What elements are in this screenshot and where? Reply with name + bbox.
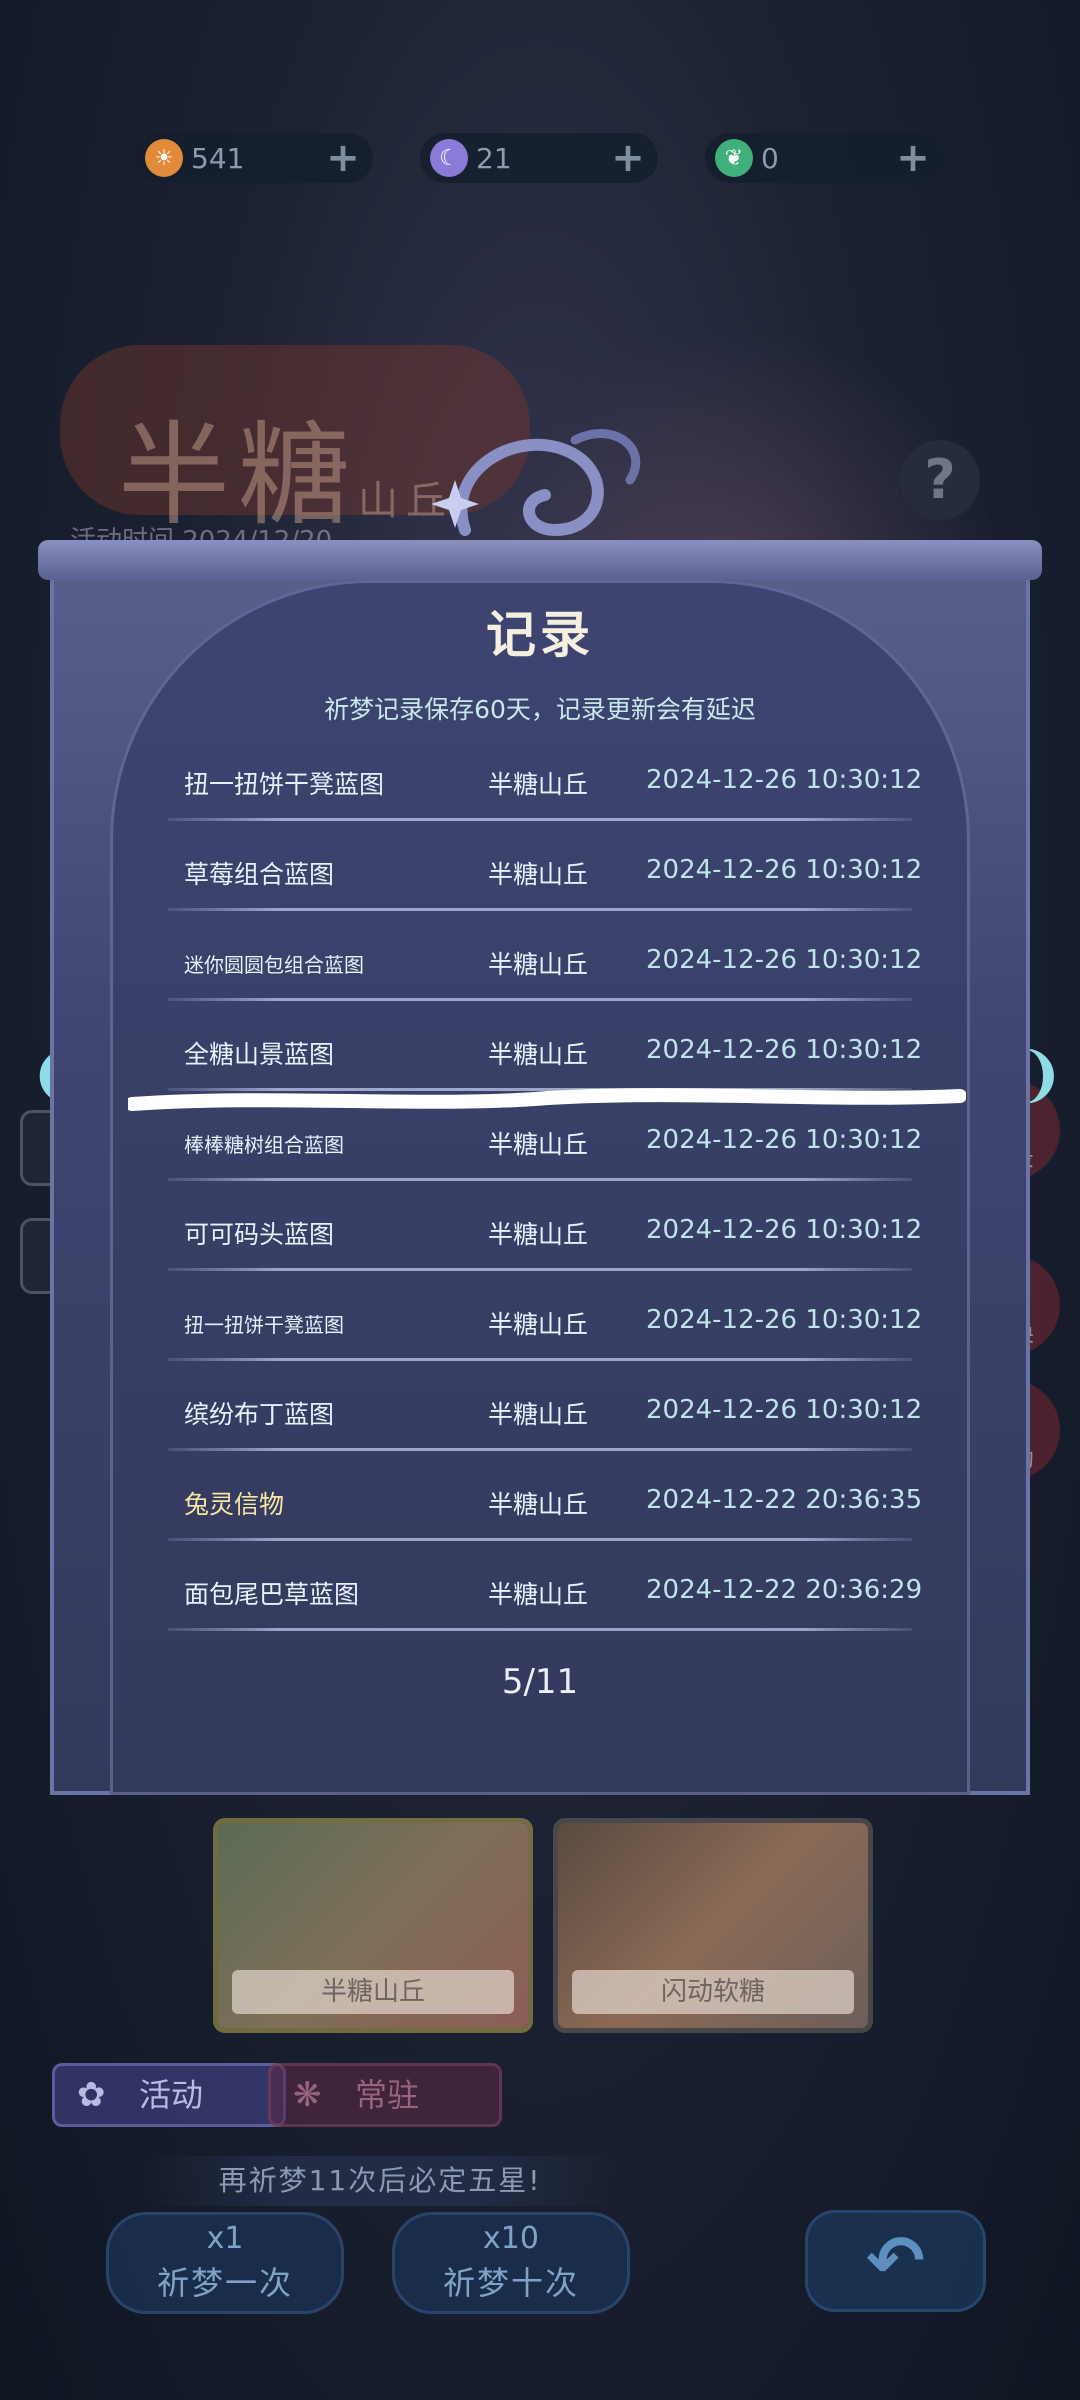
row-divider bbox=[168, 1448, 912, 1451]
row-divider bbox=[168, 1178, 912, 1181]
record-pool: 半糖山丘 bbox=[488, 770, 589, 799]
record-row: 缤纷布丁蓝图 半糖山丘 2024-12-26 10:30:12 bbox=[168, 1365, 922, 1455]
moon-ornament-icon bbox=[431, 429, 641, 537]
back-icon[interactable]: ↶ bbox=[805, 2210, 986, 2312]
pray-once-cost: x1 bbox=[206, 2221, 244, 2256]
banner-candy-hill[interactable]: 半糖山丘 bbox=[213, 1818, 533, 2033]
record-row: 面包尾巴草蓝图 半糖山丘 2024-12-22 20:36:29 bbox=[168, 1545, 922, 1635]
currency-moon-value: 21 bbox=[476, 141, 512, 175]
tab-event[interactable]: ✿ 活动 bbox=[52, 2063, 286, 2127]
row-divider bbox=[168, 908, 912, 911]
record-row: 兔灵信物 半糖山丘 2024-12-22 20:36:35 bbox=[168, 1455, 922, 1545]
record-item-name: 全糖山景蓝图 bbox=[184, 1040, 335, 1069]
record-item-name: 兔灵信物 bbox=[184, 1490, 285, 1519]
record-time: 2024-12-26 10:30:12 bbox=[646, 765, 923, 795]
record-time: 2024-12-26 10:30:12 bbox=[646, 1215, 923, 1245]
record-pool: 半糖山丘 bbox=[488, 1220, 589, 1249]
record-pool: 半糖山丘 bbox=[488, 1580, 589, 1609]
record-item-name: 棒棒糖树组合蓝图 bbox=[184, 1133, 344, 1157]
page-indicator: 5/11 bbox=[501, 1662, 579, 1702]
record-pool: 半糖山丘 bbox=[488, 1130, 589, 1159]
banner-label: 半糖山丘 bbox=[232, 1970, 514, 2014]
record-time: 2024-12-26 10:30:12 bbox=[646, 1035, 923, 1065]
record-time: 2024-12-22 20:36:35 bbox=[646, 1485, 923, 1515]
record-time: 2024-12-26 10:30:12 bbox=[646, 1305, 923, 1335]
currency-sun: ☀ 541 + bbox=[135, 133, 373, 183]
banner-flash-candy[interactable]: 闪动软糖 bbox=[553, 1818, 873, 2033]
pray-once-button[interactable]: x1 祈梦一次 bbox=[106, 2212, 344, 2314]
record-row: 扭一扭饼干凳蓝图 半糖山丘 2024-12-26 10:30:12 bbox=[168, 1275, 922, 1365]
record-time: 2024-12-26 10:30:12 bbox=[646, 855, 923, 885]
currency-leaf: ❦ 0 + bbox=[705, 133, 943, 183]
currency-moon: ☾ 21 + bbox=[420, 133, 658, 183]
records-list: 扭一扭饼干凳蓝图 半糖山丘 2024-12-26 10:30:12 草莓组合蓝图 半糖山… bbox=[168, 735, 922, 1635]
record-item-name: 面包尾巴草蓝图 bbox=[184, 1580, 360, 1609]
record-time: 2024-12-26 10:30:12 bbox=[646, 1395, 923, 1425]
event-icon: ✿ bbox=[77, 2075, 106, 2115]
record-row: 全糖山景蓝图 半糖山丘 2024-12-26 10:30:12 bbox=[168, 1005, 922, 1095]
help-icon[interactable]: ? bbox=[900, 440, 980, 520]
pray-ten-label: 祈梦十次 bbox=[442, 2264, 579, 2302]
row-divider bbox=[168, 1268, 912, 1271]
row-divider bbox=[168, 1628, 912, 1631]
record-row: 草莓组合蓝图 半糖山丘 2024-12-26 10:30:12 bbox=[168, 825, 922, 915]
row-divider bbox=[168, 818, 912, 821]
pity-counter: 再祈梦11次后必定五星! bbox=[140, 2156, 620, 2206]
row-divider bbox=[168, 998, 912, 1001]
add-moon-button[interactable]: + bbox=[608, 138, 648, 178]
banner-label: 闪动软糖 bbox=[572, 1970, 854, 2014]
modal-title: 记录 bbox=[486, 606, 594, 664]
record-time: 2024-12-26 10:30:12 bbox=[646, 945, 923, 975]
tab-permanent[interactable]: ❋ 常驻 bbox=[268, 2063, 502, 2127]
record-item-name: 缤纷布丁蓝图 bbox=[184, 1400, 335, 1429]
record-pool: 半糖山丘 bbox=[488, 860, 589, 889]
record-time: 2024-12-22 20:36:29 bbox=[646, 1575, 923, 1605]
record-pool: 半糖山丘 bbox=[488, 1490, 589, 1519]
add-leaf-button[interactable]: + bbox=[893, 138, 933, 178]
pray-ten-cost: x10 bbox=[483, 2221, 539, 2256]
sun-token-icon: ☀ bbox=[145, 139, 183, 177]
record-pool: 半糖山丘 bbox=[488, 1040, 589, 1069]
leaf-token-icon: ❦ bbox=[715, 139, 753, 177]
permanent-icon: ❋ bbox=[293, 2075, 322, 2115]
record-row: 可可码头蓝图 半糖山丘 2024-12-26 10:30:12 bbox=[168, 1185, 922, 1275]
record-item-name: 迷你圆圆包组合蓝图 bbox=[184, 953, 364, 977]
tab-permanent-label: 常驻 bbox=[355, 2076, 420, 2114]
pray-once-label: 祈梦一次 bbox=[156, 2264, 293, 2302]
scribble-annotation bbox=[128, 1088, 966, 1111]
record-row: 扭一扭饼干凳蓝图 半糖山丘 2024-12-26 10:30:12 bbox=[168, 735, 922, 825]
record-item-name: 草莓组合蓝图 bbox=[184, 860, 335, 889]
add-sun-button[interactable]: + bbox=[323, 138, 363, 178]
row-divider bbox=[168, 1538, 912, 1541]
tab-event-label: 活动 bbox=[139, 2076, 204, 2114]
pray-ten-button[interactable]: x10 祈梦十次 bbox=[392, 2212, 630, 2314]
currency-sun-value: 541 bbox=[191, 141, 245, 175]
modal-subtitle: 祈梦记录保存60天，记录更新会有延迟 bbox=[324, 695, 756, 724]
record-pool: 半糖山丘 bbox=[488, 1310, 589, 1339]
row-divider bbox=[168, 1358, 912, 1361]
record-time: 2024-12-26 10:30:12 bbox=[646, 1125, 923, 1155]
record-pool: 半糖山丘 bbox=[488, 1400, 589, 1429]
record-row: 迷你圆圆包组合蓝图 半糖山丘 2024-12-26 10:30:12 bbox=[168, 915, 922, 1005]
record-item-name: 扭一扭饼干凳蓝图 bbox=[184, 770, 385, 799]
record-item-name: 可可码头蓝图 bbox=[184, 1220, 335, 1249]
currency-leaf-value: 0 bbox=[761, 141, 779, 175]
moon-token-icon: ☾ bbox=[430, 139, 468, 177]
record-pool: 半糖山丘 bbox=[488, 950, 589, 979]
record-item-name: 扭一扭饼干凳蓝图 bbox=[184, 1313, 344, 1337]
